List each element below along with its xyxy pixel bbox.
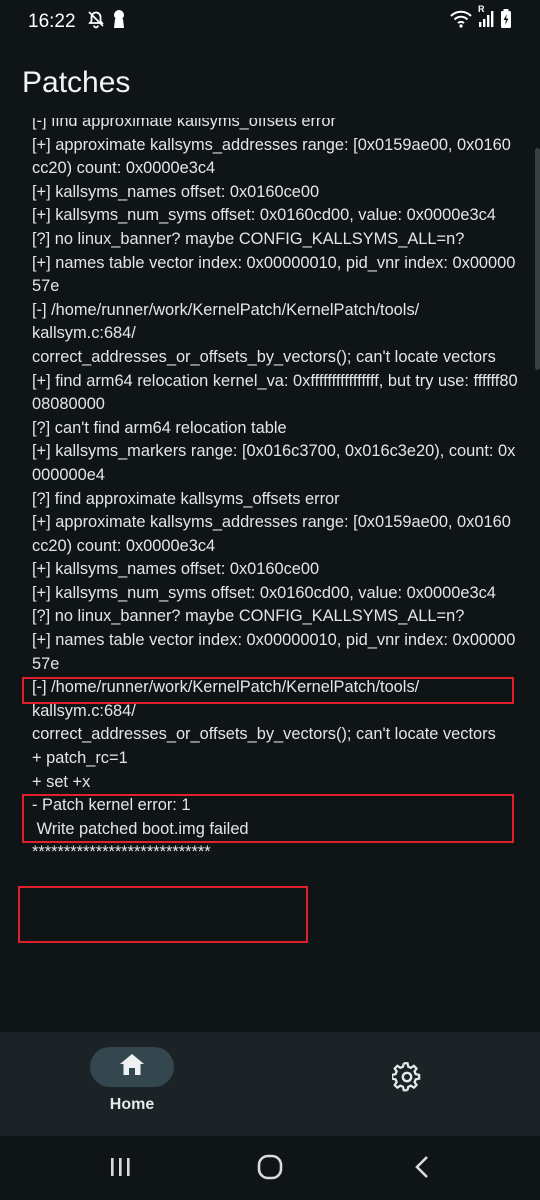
home-icon (119, 1053, 145, 1082)
log-line: [+] kallsyms_names offset: 0x0160ce00 (32, 560, 320, 579)
status-time: 16:22 (28, 11, 76, 32)
log-line: [?] no linux_banner? maybe CONFIG_KALLSY… (32, 229, 465, 248)
system-navigation-bar (0, 1136, 540, 1200)
log-line: + set +x (32, 772, 91, 791)
log-line: - Patch kernel error: 1 (32, 796, 191, 815)
gear-icon (390, 1061, 422, 1097)
log-line: [+] names table vector index: 0x00000010… (32, 253, 516, 296)
recents-button[interactable] (100, 1154, 140, 1184)
log-line: [+] kallsyms_num_syms offset: 0x0160cd00… (32, 206, 496, 225)
wifi-icon (450, 10, 472, 34)
nav-settings[interactable] (386, 1058, 428, 1100)
log-line: [+] approximate kallsyms_addresses range… (32, 135, 511, 178)
page-title: Patches (22, 66, 131, 99)
status-bar: 16:22 R (0, 0, 540, 44)
log-line: [?] can't find arm64 relocation table (32, 418, 287, 437)
log-line: Write patched boot.img failed (32, 819, 249, 838)
home-circle-icon (256, 1153, 284, 1186)
patch-log[interactable]: [-] find approximate kallsyms_offsets er… (0, 118, 540, 948)
nav-home-label: Home (109, 1096, 155, 1113)
back-icon (413, 1155, 431, 1184)
log-line: [+] kallsyms_num_syms offset: 0x0160cd00… (32, 583, 496, 602)
log-line: **************************** (32, 843, 211, 862)
log-line: [+] names table vector index: 0x00000010… (32, 631, 516, 673)
bottom-navigation: Home (0, 1032, 540, 1136)
log-line: + patch_rc=1 (32, 749, 128, 768)
log-line: kallsym.c:684/ (32, 324, 136, 343)
log-line: [-] find approximate kallsyms_offsets er… (32, 118, 336, 130)
log-line: [+] approximate kallsyms_addresses range… (32, 513, 511, 555)
nav-home[interactable]: Home (90, 1047, 174, 1127)
battery-charging-icon (500, 9, 512, 35)
recents-icon (108, 1156, 132, 1183)
log-line: correct_addresses_or_offsets_by_vectors(… (32, 725, 496, 744)
log-line: kallsym.c:684/ (32, 701, 136, 720)
patch-log-text: [-] find approximate kallsyms_offsets er… (32, 118, 518, 865)
log-line: [-] /home/runner/work/KernelPatch/Kernel… (32, 300, 420, 319)
nav-home-pill[interactable] (90, 1047, 174, 1087)
signal-badge: R (478, 4, 485, 14)
log-line: [+] kallsyms_markers range: [0x016c3700,… (32, 442, 516, 484)
log-scrollbar[interactable] (535, 148, 540, 370)
dnd-off-icon (86, 9, 106, 35)
system-home-button[interactable] (250, 1154, 290, 1184)
log-line: [?] find approximate kallsyms_offsets er… (32, 489, 340, 508)
log-line: correct_addresses_or_offsets_by_vectors(… (32, 347, 496, 366)
log-line: [?] no linux_banner? maybe CONFIG_KALLSY… (32, 607, 465, 626)
log-line: [+] kallsyms_names offset: 0x0160ce00 (32, 182, 320, 201)
log-line: [+] find arm64 relocation kernel_va: 0xf… (32, 371, 518, 414)
log-line: [-] /home/runner/work/KernelPatch/Kernel… (32, 678, 420, 697)
back-button[interactable] (402, 1154, 442, 1184)
signal-icon: R (478, 4, 494, 34)
keyhole-icon (112, 9, 126, 35)
